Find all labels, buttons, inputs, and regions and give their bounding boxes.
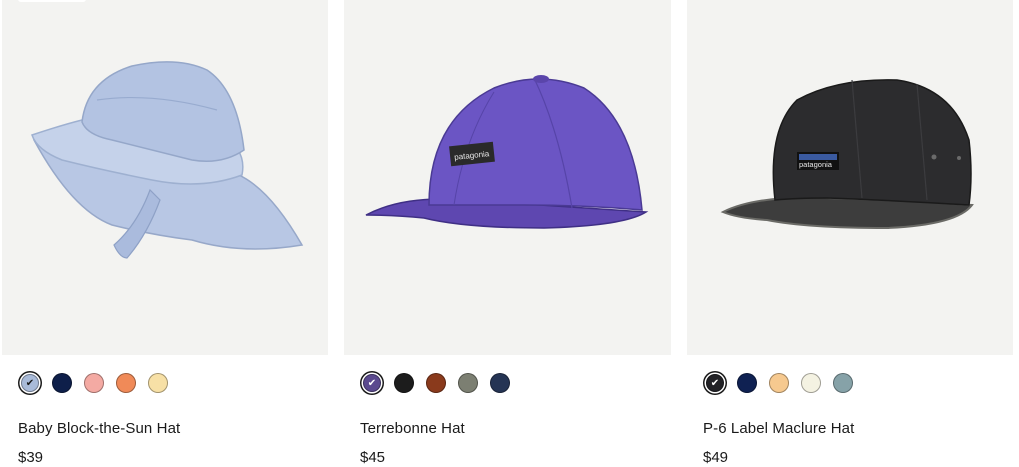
product-grid: ✔ Baby Block-the-Sun Hat $39 patagonia ✔… <box>0 0 1019 467</box>
purple-cap-image: patagonia <box>365 75 649 229</box>
black-five-panel-cap-image: patagonia <box>720 79 974 230</box>
product-title[interactable]: Terrebonne Hat <box>360 420 465 437</box>
product-title[interactable]: P-6 Label Maclure Hat <box>703 420 854 437</box>
color-swatch[interactable] <box>424 371 448 395</box>
color-swatch[interactable]: ✔ <box>360 371 384 395</box>
product-card[interactable]: patagonia ✔ Terrebonne Hat $45 <box>344 0 671 467</box>
product-image[interactable]: patagonia <box>344 0 671 355</box>
color-swatch[interactable] <box>831 371 855 395</box>
check-icon: ✔ <box>710 377 720 389</box>
color-swatch[interactable] <box>50 371 74 395</box>
color-swatch[interactable] <box>735 371 759 395</box>
color-swatch[interactable] <box>456 371 480 395</box>
product-price: $39 <box>18 449 44 466</box>
product-image[interactable]: patagonia <box>687 0 1013 355</box>
product-price: $49 <box>703 449 729 466</box>
check-icon: ✔ <box>25 377 35 389</box>
check-icon: ✔ <box>367 377 377 389</box>
product-image[interactable] <box>2 0 328 355</box>
color-swatch[interactable] <box>392 371 416 395</box>
svg-text:patagonia: patagonia <box>799 160 833 169</box>
color-swatch[interactable] <box>767 371 791 395</box>
color-swatch[interactable] <box>488 371 512 395</box>
color-swatch[interactable] <box>146 371 170 395</box>
color-swatch[interactable]: ✔ <box>18 371 42 395</box>
product-card[interactable]: patagonia ✔ P-6 Label Maclure Hat $49 <box>687 0 1013 467</box>
bucket-sun-hat-image <box>31 61 304 259</box>
color-swatch[interactable] <box>82 371 106 395</box>
product-title[interactable]: Baby Block-the-Sun Hat <box>18 420 180 437</box>
color-swatch[interactable] <box>114 371 138 395</box>
product-card[interactable]: ✔ Baby Block-the-Sun Hat $39 <box>2 0 328 467</box>
color-swatch[interactable]: ✔ <box>703 371 727 395</box>
color-swatches: ✔ <box>18 371 170 395</box>
color-swatches: ✔ <box>703 371 855 395</box>
product-price: $45 <box>360 449 386 466</box>
color-swatch[interactable] <box>799 371 823 395</box>
color-swatches: ✔ <box>360 371 512 395</box>
